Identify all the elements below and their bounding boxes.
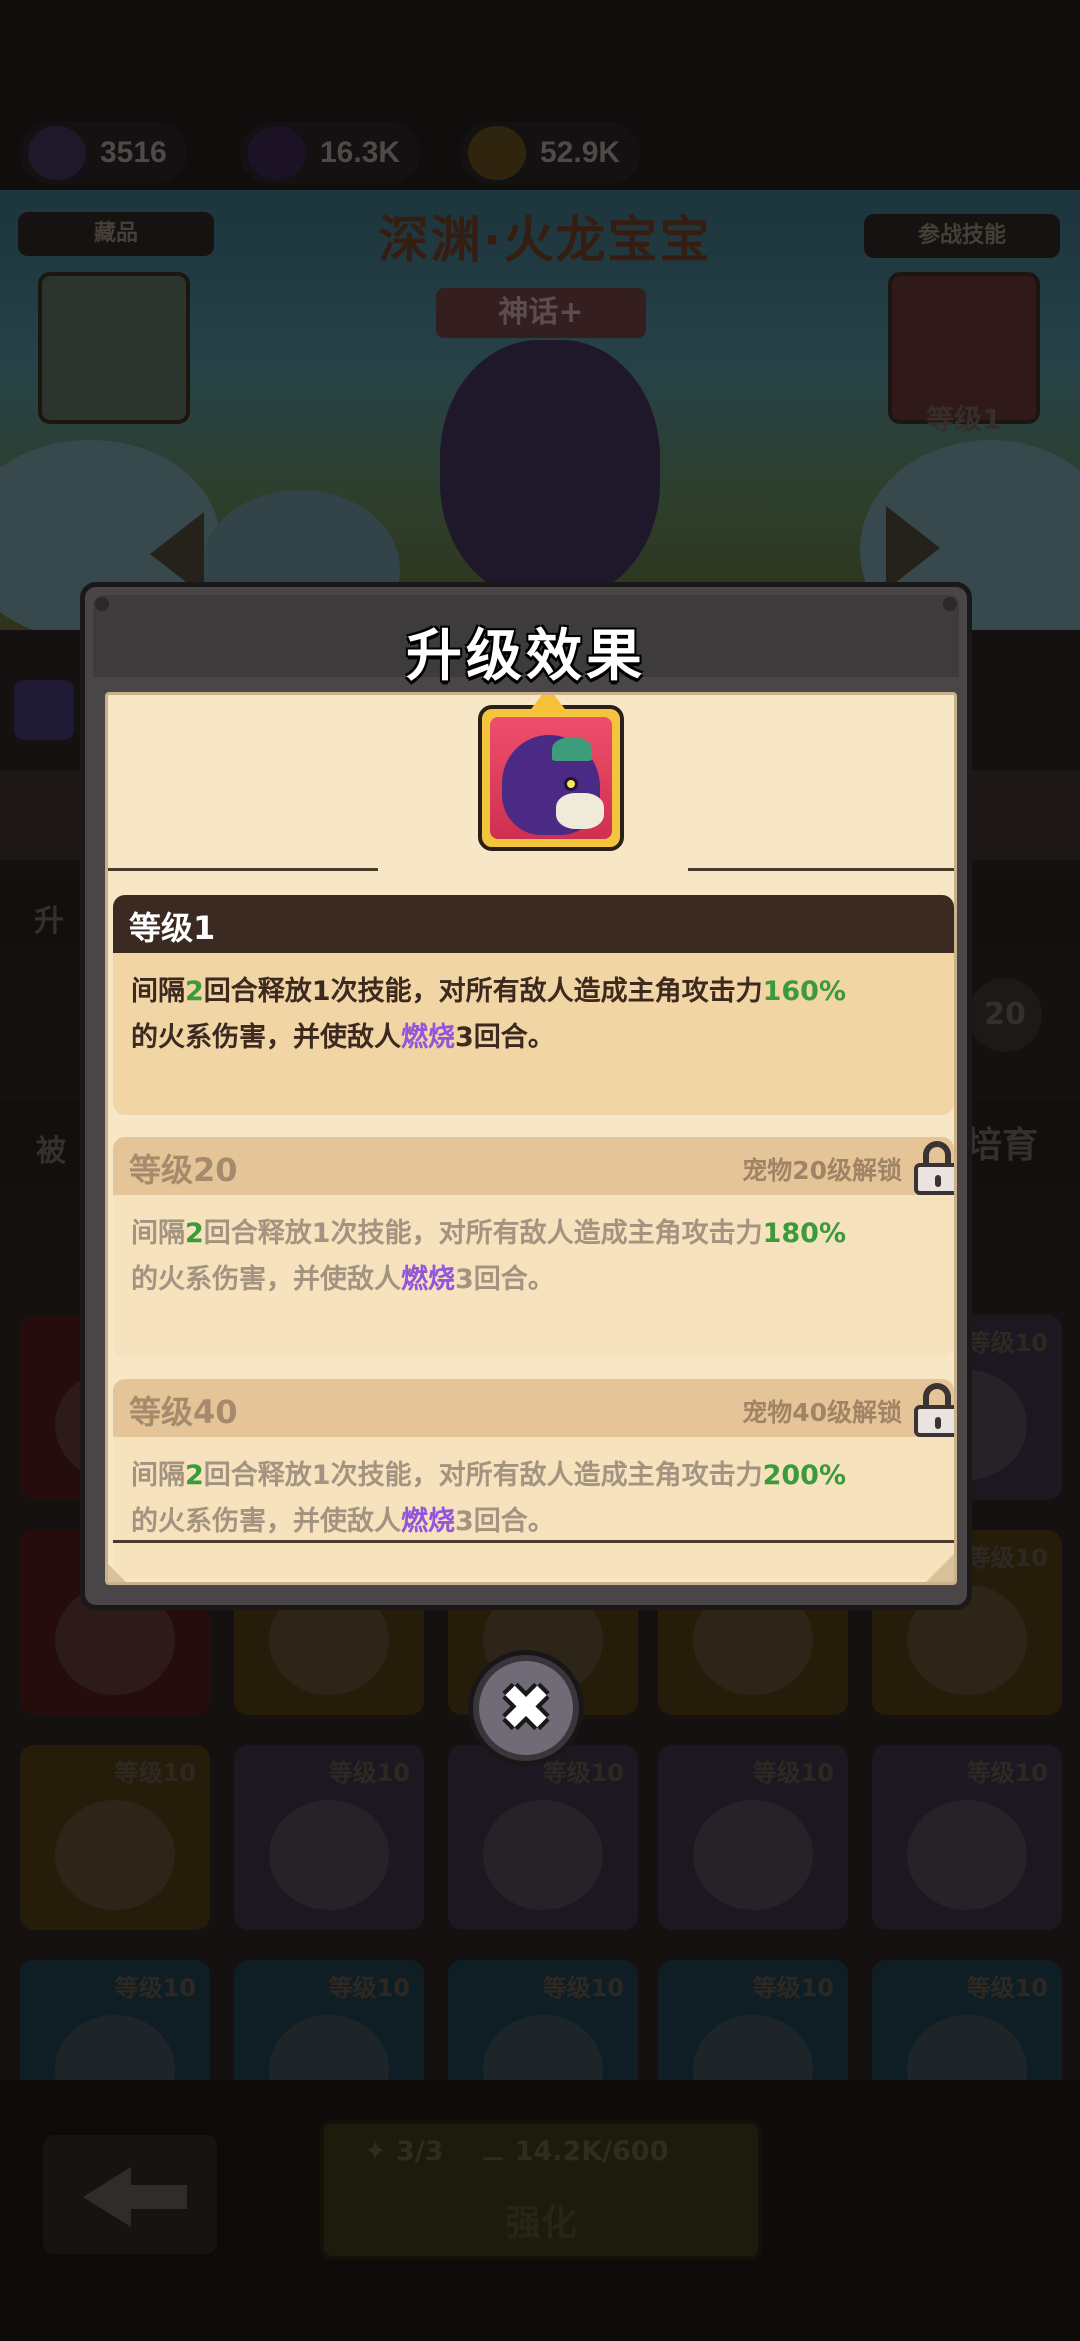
lock-icon bbox=[914, 1141, 954, 1195]
level-description: 间隔2回合释放1次技能，对所有敌人造成主角攻击力160% 的火系伤害，并使敌人燃烧… bbox=[131, 976, 847, 1053]
lock-icon bbox=[914, 1383, 954, 1437]
dialog-body[interactable]: 等级1 间隔2回合释放1次技能，对所有敌人造成主角攻击力160% 的火系伤害，并使… bbox=[105, 692, 957, 1585]
divider-right bbox=[688, 868, 954, 871]
level-label: 等级20 bbox=[129, 1151, 238, 1189]
page-fold bbox=[108, 1564, 126, 1582]
level-label: 等级40 bbox=[129, 1393, 238, 1431]
scroll-end-line bbox=[113, 1540, 954, 1543]
level-label: 等级1 bbox=[129, 909, 216, 947]
close-button[interactable]: ✖ bbox=[468, 1650, 584, 1766]
level-header: 等级1 bbox=[113, 895, 954, 953]
page-fold bbox=[926, 1554, 954, 1582]
divider-left bbox=[108, 868, 378, 871]
level-section-1: 等级1 间隔2回合释放1次技能，对所有敌人造成主角攻击力160% 的火系伤害，并使… bbox=[113, 895, 954, 1115]
level-section-40: 等级40 宠物40级解锁 间隔2回合释放1次技能，对所有敌人造成主角攻击力200… bbox=[113, 1379, 954, 1579]
pet-portrait bbox=[478, 695, 624, 851]
dialog-header: 升级效果 bbox=[93, 595, 959, 689]
crown-icon bbox=[528, 695, 568, 713]
dialog-title: 升级效果 bbox=[406, 624, 646, 689]
level-header: 等级20 宠物20级解锁 bbox=[113, 1137, 954, 1195]
level-description: 间隔2回合释放1次技能，对所有敌人造成主角攻击力180% 的火系伤害，并使敌人燃烧… bbox=[131, 1218, 847, 1295]
unlock-requirement: 宠物40级解锁 bbox=[742, 1398, 902, 1427]
unlock-requirement: 宠物20级解锁 bbox=[742, 1156, 902, 1185]
level-description: 间隔2回合释放1次技能，对所有敌人造成主角攻击力200% 的火系伤害，并使敌人燃烧… bbox=[131, 1460, 847, 1537]
level-section-20: 等级20 宠物20级解锁 间隔2回合释放1次技能，对所有敌人造成主角攻击力180… bbox=[113, 1137, 954, 1357]
upgrade-effect-dialog: 升级效果 等级1 间隔2回合释放1次技能，对所有敌人造成主角攻击力160% 的火系… bbox=[80, 582, 972, 1610]
dragon-icon bbox=[502, 735, 604, 835]
close-icon: ✖ bbox=[500, 1671, 552, 1744]
level-header: 等级40 宠物40级解锁 bbox=[113, 1379, 954, 1437]
